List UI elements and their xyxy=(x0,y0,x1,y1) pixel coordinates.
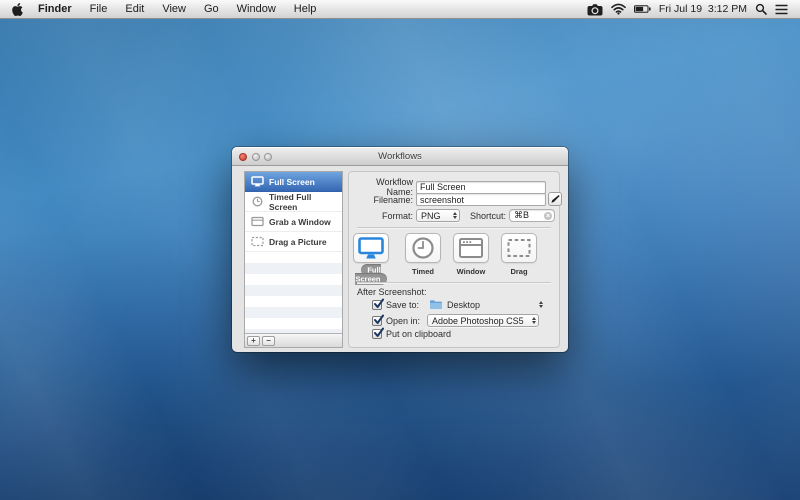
open-in-value: Adobe Photoshop CS5 xyxy=(432,316,524,326)
save-to-checkbox[interactable] xyxy=(372,300,382,310)
battery-icon[interactable] xyxy=(634,5,651,13)
display-icon xyxy=(358,237,384,259)
menu-bar: Finder File Edit View Go Window Help Fri… xyxy=(0,0,800,19)
open-in-popup[interactable]: Adobe Photoshop CS5 xyxy=(427,314,539,327)
menu-item-edit[interactable]: Edit xyxy=(116,0,153,18)
dashed-rect-icon xyxy=(251,236,264,247)
clipboard-row[interactable]: Put on clipboard xyxy=(372,329,451,339)
empty-rows xyxy=(245,252,342,333)
menu-item-app[interactable]: Finder xyxy=(29,0,81,18)
workflow-list: Full Screen Timed Full Screen Grab a Win… xyxy=(244,171,343,348)
mode-drag-label: Drag xyxy=(501,267,537,276)
format-label: Format: xyxy=(349,211,413,221)
dashed-rect-icon xyxy=(506,237,532,259)
open-in-row[interactable]: Open in: Adobe Photoshop CS5 xyxy=(372,314,539,327)
separator xyxy=(357,227,551,228)
mode-timed-button[interactable] xyxy=(405,233,441,263)
format-value: PNG xyxy=(421,211,441,221)
menu-item-go[interactable]: Go xyxy=(195,0,228,18)
menu-item-window[interactable]: Window xyxy=(228,0,285,18)
save-to-label: Save to: xyxy=(386,300,419,310)
clipboard-label: Put on clipboard xyxy=(386,329,451,339)
clock-icon xyxy=(411,236,435,260)
spotlight-icon[interactable] xyxy=(755,3,767,15)
menu-bar-left: Finder File Edit View Go Window Help xyxy=(0,0,325,18)
clock-icon xyxy=(251,196,264,207)
filename-label: Filename: xyxy=(349,195,413,205)
mode-window-button[interactable] xyxy=(453,233,489,263)
apple-menu[interactable] xyxy=(0,3,29,16)
wifi-icon[interactable] xyxy=(611,3,626,15)
popup-arrows-icon xyxy=(539,301,543,309)
check-icon xyxy=(373,314,385,326)
window-icon xyxy=(251,216,264,227)
open-in-label: Open in: xyxy=(386,316,420,326)
window-title: Workflows xyxy=(232,147,568,166)
separator xyxy=(357,282,551,283)
popup-arrows-icon xyxy=(453,212,457,220)
workflows-window: Workflows Full Screen Timed Full Screen … xyxy=(232,147,568,352)
format-popup[interactable]: PNG xyxy=(416,209,460,222)
menu-item-view[interactable]: View xyxy=(153,0,195,18)
filename-token-button[interactable] xyxy=(548,192,562,206)
remove-workflow-button[interactable]: − xyxy=(262,336,275,346)
save-to-value: Desktop xyxy=(447,300,480,310)
list-footer: + − xyxy=(245,333,342,347)
shortcut-label: Shortcut: xyxy=(464,211,506,221)
shortcut-value: ⌘B xyxy=(514,210,529,221)
apple-icon xyxy=(12,3,23,16)
save-to-row[interactable]: Save to: Desktop xyxy=(372,299,480,310)
workflow-item-label: Grab a Window xyxy=(269,217,331,227)
workflow-item-drag-a-picture[interactable]: Drag a Picture xyxy=(245,232,342,252)
mode-window-label: Window xyxy=(453,267,489,276)
after-screenshot-heading: After Screenshot: xyxy=(357,287,427,297)
mode-timed-label: Timed xyxy=(405,267,441,276)
display-icon xyxy=(251,176,264,187)
workflow-detail-panel: Workflow Name: Filename: Format: PNG Sho… xyxy=(348,171,560,348)
workflow-name-input[interactable] xyxy=(416,181,546,194)
mode-full-screen-label: Full Screen xyxy=(349,265,393,283)
clipboard-checkbox[interactable] xyxy=(372,329,382,339)
check-icon xyxy=(373,327,385,339)
clear-shortcut-icon[interactable] xyxy=(544,212,552,220)
workflow-item-full-screen[interactable]: Full Screen xyxy=(245,172,342,192)
folder-icon xyxy=(429,299,443,310)
popup-arrows-icon xyxy=(532,317,536,325)
window-icon xyxy=(458,237,484,259)
camera-icon[interactable] xyxy=(587,3,603,16)
menu-clock[interactable]: Fri Jul 19 3:12 PM xyxy=(659,3,747,15)
desktop: Finder File Edit View Go Window Help Fri… xyxy=(0,0,800,500)
window-titlebar[interactable]: Workflows xyxy=(232,147,568,166)
menu-item-file[interactable]: File xyxy=(81,0,117,18)
menu-bar-status: Fri Jul 19 3:12 PM xyxy=(587,3,800,16)
filename-input[interactable] xyxy=(416,193,546,206)
check-icon xyxy=(373,298,385,310)
workflow-item-label: Timed Full Screen xyxy=(269,192,342,212)
workflow-item-grab-a-window[interactable]: Grab a Window xyxy=(245,212,342,232)
workflow-item-timed-full-screen[interactable]: Timed Full Screen xyxy=(245,192,342,212)
workflow-item-label: Drag a Picture xyxy=(269,237,327,247)
shortcut-field[interactable]: ⌘B xyxy=(509,209,555,222)
mode-drag-button[interactable] xyxy=(501,233,537,263)
add-workflow-button[interactable]: + xyxy=(247,336,260,346)
menu-list-icon[interactable] xyxy=(775,4,788,15)
mode-full-screen-button[interactable] xyxy=(353,233,389,263)
menu-item-help[interactable]: Help xyxy=(285,0,326,18)
rename-pen-icon xyxy=(550,194,560,204)
workflow-item-label: Full Screen xyxy=(269,177,315,187)
open-in-checkbox[interactable] xyxy=(372,316,382,326)
